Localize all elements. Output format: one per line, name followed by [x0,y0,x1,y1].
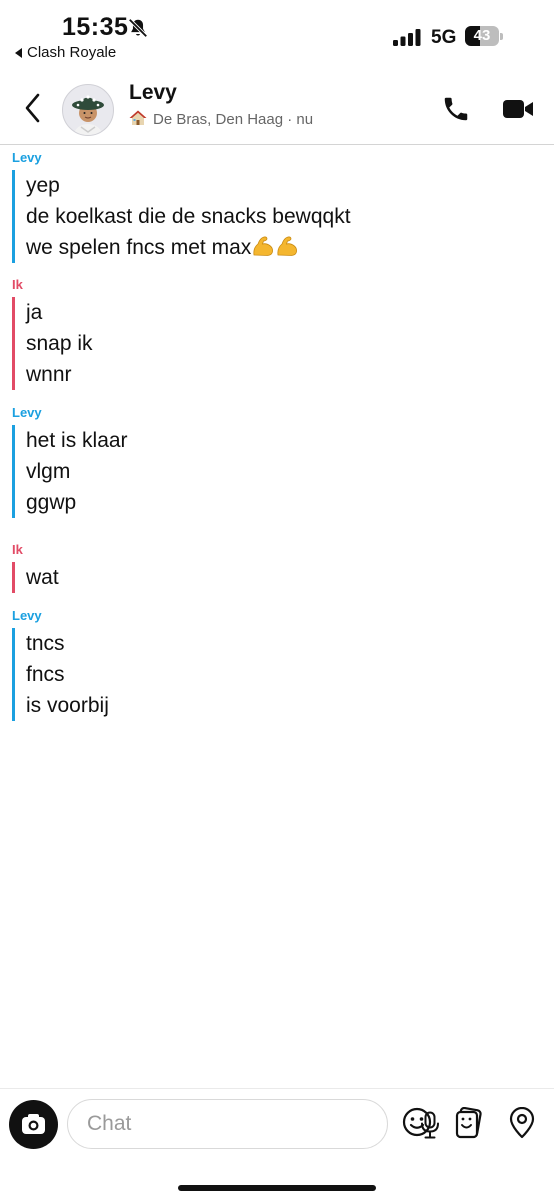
message-line[interactable]: ja [26,297,93,328]
message-group: Levy yep de koelkast die de snacks bewqq… [12,150,351,263]
message-lines: yep de koelkast die de snacks bewqqkt we… [12,170,351,263]
flexed-biceps-emoji [277,236,298,256]
status-bar: 15:35 Clash Royale 5G 43 [0,0,554,70]
location-pin-icon[interactable] [508,1107,536,1139]
back-arrow-icon[interactable] [22,92,44,124]
message-line[interactable]: de koelkast die de snacks bewqqkt [26,201,351,232]
chat-input-container [67,1099,439,1149]
flexed-biceps-emoji [253,236,274,256]
signal-icon [393,29,421,46]
message-lines: wat [12,562,59,593]
video-camera-icon[interactable] [502,97,534,121]
back-app-label: Clash Royale [27,44,117,61]
message-line[interactable]: snap ik [26,328,93,359]
message-lines: ja snap ik wnnr [12,297,93,390]
battery-nub [500,33,503,40]
network-type: 5G [431,27,457,48]
message-line[interactable]: we spelen fncs met max [26,232,351,263]
status-time: 15:35 [62,13,129,41]
message-line[interactable]: ggwp [26,487,128,518]
sender-label: Levy [12,608,42,623]
battery-percent: 43 [473,27,491,44]
message-line[interactable]: tncs [26,628,109,659]
back-to-app-link[interactable]: Clash Royale [15,44,116,61]
phone-icon[interactable] [441,94,471,124]
message-line[interactable]: fncs [26,659,109,690]
house-emoji-icon [129,110,147,125]
message-line[interactable]: is voorbij [26,690,109,721]
bitmoji-avatar-icon [72,95,104,135]
battery-icon: 43 [465,26,503,46]
composer-bar [0,1088,554,1201]
message-group: Levy het is klaar vlgm ggwp [12,405,128,518]
contact-location: De Bras, Den Haag · nu [129,110,313,128]
message-line[interactable]: vlgm [26,456,128,487]
sender-label: Ik [12,542,23,557]
contact-name[interactable]: Levy [129,81,177,105]
message-group: Ik wat [12,542,59,593]
message-line[interactable]: wat [26,562,59,593]
chat-header: Levy De Bras, Den Haag · nu [0,70,554,145]
avatar[interactable] [62,84,114,136]
sender-label: Levy [12,405,42,420]
back-triangle-icon [15,47,22,58]
home-indicator[interactable] [178,1185,376,1191]
battery-body: 43 [465,26,499,46]
message-group: Ik ja snap ik wnnr [12,277,93,390]
chat-input[interactable] [87,1100,347,1148]
message-line[interactable]: het is klaar [26,425,128,456]
contact-location-text: De Bras, Den Haag · nu [153,111,314,128]
camera-icon [22,1114,45,1134]
message-lines: het is klaar vlgm ggwp [12,425,128,518]
message-line-text: we spelen fncs met max [26,236,252,259]
bell-off-icon [128,18,148,38]
message-line[interactable]: wnnr [26,359,93,390]
message-line[interactable]: yep [26,170,351,201]
smiley-icon[interactable] [402,1107,432,1137]
sender-label: Levy [12,150,42,165]
camera-button[interactable] [9,1100,58,1149]
sticker-icon[interactable] [455,1107,485,1139]
message-group: Levy tncs fncs is voorbij [12,608,109,721]
message-lines: tncs fncs is voorbij [12,628,109,721]
sender-label: Ik [12,277,23,292]
